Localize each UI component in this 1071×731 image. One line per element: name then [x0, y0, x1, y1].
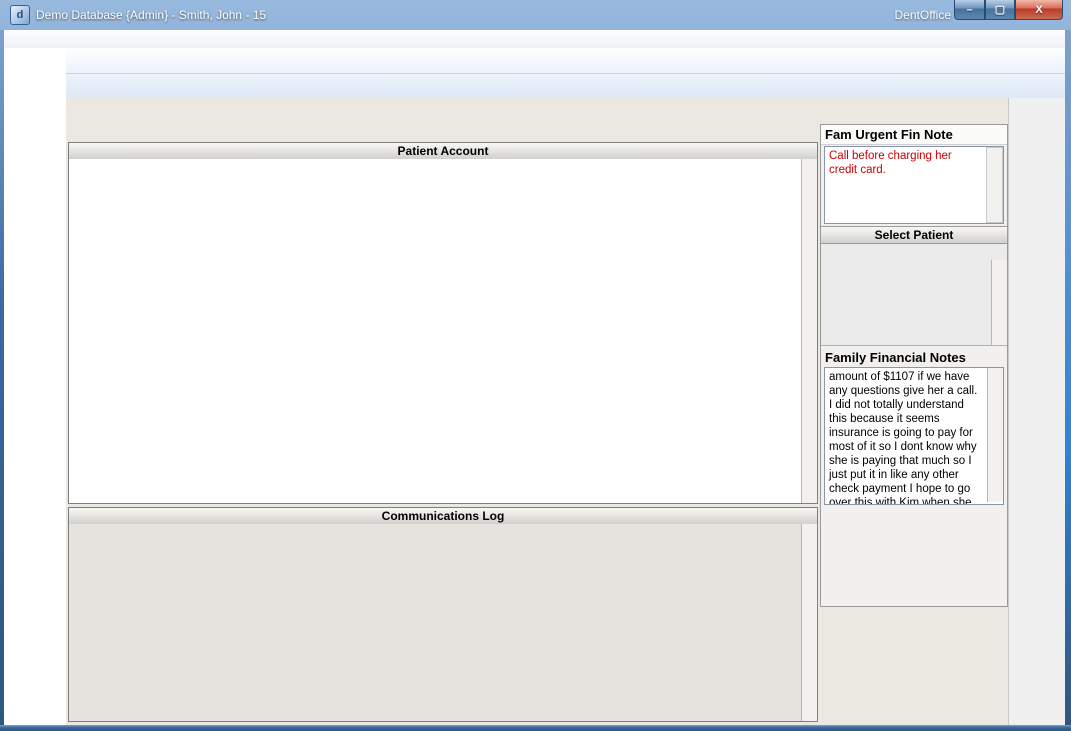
financial-notes-scrollbar[interactable] — [987, 368, 1003, 502]
close-button[interactable]: X — [1015, 0, 1063, 20]
account-scrollbar[interactable] — [801, 159, 817, 503]
right-panel-tabs — [820, 102, 1008, 124]
select-patient-scrollbar[interactable] — [991, 260, 1007, 345]
right-filler — [1008, 98, 1066, 725]
window-border-right — [1065, 30, 1071, 731]
urgent-note-scrollbar[interactable] — [986, 147, 1003, 223]
communications-log-title: Communications Log — [68, 507, 818, 525]
communications-log-table[interactable] — [68, 524, 818, 722]
maximize-button[interactable]: ▢ — [985, 0, 1015, 20]
brand-label: DentOffice — [895, 8, 951, 22]
select-patient-title: Select Patient — [821, 226, 1007, 244]
patient-account-title: Patient Account — [68, 142, 818, 160]
minimize-button[interactable]: – — [954, 0, 985, 20]
right-panel-body: Fam Urgent Fin Note Call before charging… — [820, 124, 1008, 607]
app-window: d Demo Database {Admin} - Smith, John - … — [0, 0, 1071, 731]
select-patient-headers — [821, 244, 1007, 260]
module-sidebar — [4, 48, 67, 725]
right-panel: Fam Urgent Fin Note Call before charging… — [820, 102, 1008, 722]
financial-notes-box[interactable]: amount of $1107 if we have any questions… — [824, 367, 1004, 505]
urgent-note-title: Fam Urgent Fin Note — [821, 125, 1007, 145]
window-title: Demo Database {Admin} - Smith, John - 15 — [36, 8, 266, 22]
window-controls: – ▢ X — [954, 0, 1063, 20]
menu-bar — [4, 30, 1065, 49]
toolbar — [66, 48, 1065, 99]
toolbar-row-1 — [66, 48, 1065, 74]
patient-account-table[interactable] — [68, 159, 818, 504]
window-border-bottom — [0, 725, 1071, 731]
financial-notes-title: Family Financial Notes — [821, 346, 1007, 367]
toolbar-row-2 — [66, 74, 1065, 99]
title-bar: d Demo Database {Admin} - Smith, John - … — [0, 0, 1071, 30]
account-module: Patient Account Communications Log Fam U… — [66, 98, 1065, 725]
urgent-note-text: Call before charging her credit card. — [825, 147, 983, 179]
app-icon: d — [10, 5, 30, 25]
commlog-scrollbar[interactable] — [801, 524, 817, 721]
urgent-note-box[interactable]: Call before charging her credit card. — [824, 146, 1004, 224]
select-patient-list[interactable] — [821, 244, 1007, 346]
financial-notes-text: amount of $1107 if we have any questions… — [825, 368, 985, 505]
window-border-left — [0, 30, 4, 731]
